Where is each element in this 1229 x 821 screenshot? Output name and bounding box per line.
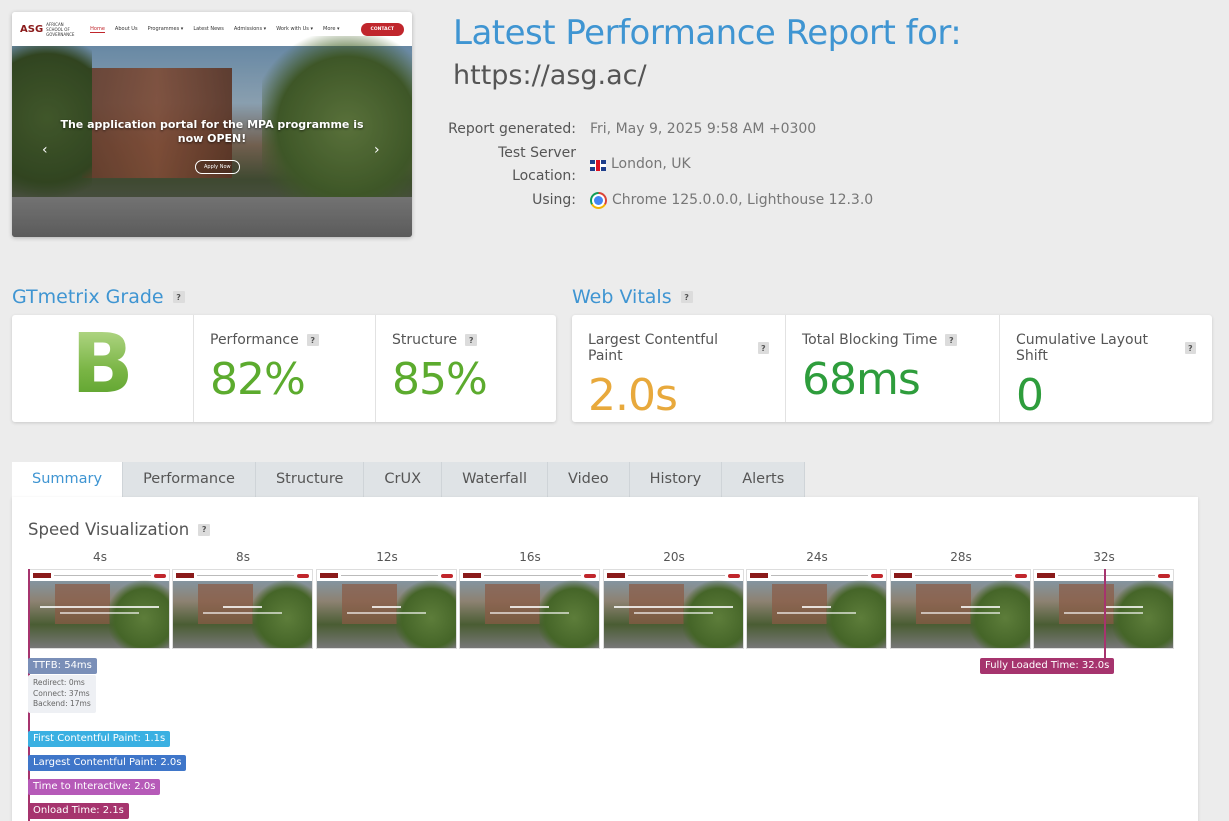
meta-row-generated: Report generated: Fri, May 9, 2025 9:58 … xyxy=(440,118,873,142)
timeline-tick: 16s xyxy=(519,550,541,564)
grade-card: B Performance? 82% Structure? 85% xyxy=(12,315,556,422)
gtmetrix-grade-heading: GTmetrix Grade ? xyxy=(12,286,185,308)
timeline-tick: 4s xyxy=(93,550,107,564)
connect-time: Connect: 37ms xyxy=(33,688,90,698)
redirect-time: Redirect: 0ms xyxy=(33,678,85,687)
thumbnail-nav-programmes: Programmes ▾ xyxy=(147,26,184,32)
thumbnail-nav-about: About Us xyxy=(114,26,138,32)
fully-loaded-marker-line xyxy=(1104,569,1106,661)
summary-panel: Speed Visualization ? 4s 8s 12s 16s 20s … xyxy=(12,497,1198,821)
thumbnail-hero-image: The application portal for the MPA progr… xyxy=(12,36,412,237)
tab-alerts[interactable]: Alerts xyxy=(722,462,806,497)
report-url[interactable]: https://asg.ac/ xyxy=(453,60,647,91)
help-icon[interactable]: ? xyxy=(172,291,185,303)
tab-waterfall[interactable]: Waterfall xyxy=(442,462,548,497)
filmstrip-frame[interactable] xyxy=(459,569,600,649)
tab-summary[interactable]: Summary xyxy=(12,462,124,497)
ttfb-badge: TTFB: 54ms xyxy=(28,658,97,674)
help-icon[interactable]: ? xyxy=(757,342,769,354)
lcp-badge: Largest Contentful Paint: 2.0s xyxy=(28,755,187,771)
meta-row-using: Using: Chrome 125.0.0.0, Lighthouse 12.3… xyxy=(440,189,873,213)
help-icon[interactable]: ? xyxy=(306,334,319,346)
backend-time: Backend: 17ms xyxy=(33,699,91,708)
tbt-value: 68ms xyxy=(802,354,921,405)
meta-key: Using: xyxy=(532,191,576,208)
filmstrip-frame[interactable] xyxy=(172,569,313,649)
help-icon[interactable]: ? xyxy=(680,291,693,303)
report-meta: Report generated: Fri, May 9, 2025 9:58 … xyxy=(440,118,873,212)
thumbnail-nav-news: Latest News xyxy=(193,26,224,32)
thumbnail-contact-button: CONTACT xyxy=(360,22,404,36)
filmstrip-frame[interactable] xyxy=(316,569,457,649)
chevron-right-icon: › xyxy=(374,142,380,158)
filmstrip-frame[interactable] xyxy=(746,569,887,649)
cls-label: Cumulative Layout Shift xyxy=(1016,332,1148,364)
grade-cell: B xyxy=(12,315,193,422)
logo-mark: ASG xyxy=(20,23,44,35)
thumbnail-logo: ASG AFRICAN SCHOOL OF GOVERNANCE xyxy=(20,22,74,37)
uk-flag-icon xyxy=(590,159,606,171)
thumbnail-nav-admissions: Admissions ▾ xyxy=(233,26,267,32)
onload-badge: Onload Time: 2.1s xyxy=(28,803,129,819)
tab-history[interactable]: History xyxy=(629,462,723,497)
report-title: Latest Performance Report for: xyxy=(453,13,962,53)
fcp-badge: First Contentful Paint: 1.1s xyxy=(28,731,171,747)
help-icon[interactable]: ? xyxy=(465,334,478,346)
meta-row-location: Test Server Location: London, UK xyxy=(440,142,873,189)
thumbnail-nav-work: Work with Us ▾ xyxy=(276,26,313,32)
performance-value: 82% xyxy=(210,354,306,405)
tab-performance[interactable]: Performance xyxy=(123,462,256,497)
chrome-icon xyxy=(590,191,607,209)
filmstrip-frame[interactable] xyxy=(29,569,170,649)
filmstrip-frame[interactable] xyxy=(890,569,1031,649)
help-icon[interactable]: ? xyxy=(198,523,211,536)
report-tabs: Summary Performance Structure CrUX Water… xyxy=(12,462,806,497)
site-screenshot: ASG AFRICAN SCHOOL OF GOVERNANCE Home Ab… xyxy=(12,12,412,237)
tbt-label: Total Blocking Time xyxy=(802,332,938,348)
tti-badge: Time to Interactive: 2.0s xyxy=(28,779,161,795)
meta-key: Test Server Location: xyxy=(498,144,576,185)
meta-value: Fri, May 9, 2025 9:58 AM +0300 xyxy=(590,121,817,137)
performance-cell: Performance? 82% xyxy=(193,315,375,422)
speed-visualization-title: Speed Visualization ? xyxy=(28,520,211,539)
filmstrip-frame[interactable] xyxy=(603,569,744,649)
grade-letter: B xyxy=(12,315,193,415)
timeline-tick: 32s xyxy=(1093,550,1115,564)
meta-key: Report generated: xyxy=(448,121,576,137)
structure-value: 85% xyxy=(392,354,488,405)
web-vitals-card: Largest Contentful Paint? 2.0s Total Blo… xyxy=(572,315,1212,422)
tab-video[interactable]: Video xyxy=(547,462,630,497)
timeline-tick: 24s xyxy=(806,550,828,564)
timeline-tick: 12s xyxy=(376,550,398,564)
thumbnail-nav-more: More ▾ xyxy=(323,26,340,32)
structure-label: Structure xyxy=(392,332,458,348)
tab-crux[interactable]: CrUX xyxy=(364,462,443,497)
help-icon[interactable]: ? xyxy=(1184,342,1196,354)
chevron-left-icon: ‹ xyxy=(42,142,48,158)
help-icon[interactable]: ? xyxy=(945,334,958,346)
meta-value: London, UK xyxy=(611,156,691,173)
lcp-cell: Largest Contentful Paint? 2.0s xyxy=(572,315,785,422)
performance-label: Performance xyxy=(210,332,299,348)
ttfb-breakdown: Redirect: 0ms Connect: 37ms Backend: 17m… xyxy=(28,675,96,713)
thumbnail-apply-button: Apply Now xyxy=(195,160,240,174)
tab-structure[interactable]: Structure xyxy=(255,462,365,497)
timeline-tick: 8s xyxy=(236,550,250,564)
tbt-cell: Total Blocking Time? 68ms xyxy=(785,315,999,422)
timeline-tick: 28s xyxy=(950,550,972,564)
thumbnail-nav-home: Home xyxy=(90,25,105,33)
fully-loaded-badge: Fully Loaded Time: 32.0s xyxy=(980,658,1115,674)
logo-text: AFRICAN SCHOOL OF GOVERNANCE xyxy=(46,21,75,37)
lcp-label: Largest Contentful Paint xyxy=(588,332,718,364)
cls-cell: Cumulative Layout Shift? 0 xyxy=(999,315,1212,422)
web-vitals-heading: Web Vitals ? xyxy=(572,286,693,308)
cls-value: 0 xyxy=(1016,370,1044,421)
lcp-value: 2.0s xyxy=(588,370,678,421)
meta-value: Chrome 125.0.0.0, Lighthouse 12.3.0 xyxy=(612,191,874,208)
thumbnail-hero-caption: The application portal for the MPA progr… xyxy=(60,118,364,145)
timeline-tick: 20s xyxy=(663,550,685,564)
structure-cell: Structure? 85% xyxy=(375,315,556,422)
